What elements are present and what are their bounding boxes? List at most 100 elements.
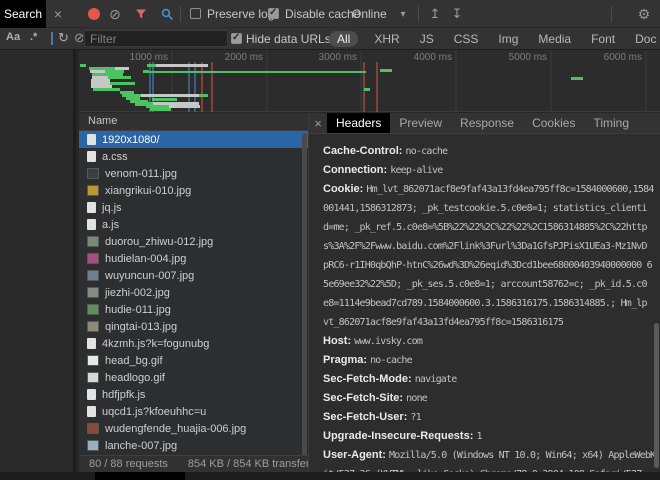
pill-all[interactable]: All [329, 31, 358, 47]
table-row[interactable]: wudengfende_huajia-006.jpg [79, 420, 308, 437]
header-line: it/537.36 (KHTML, like Gecko) Chrome/78.… [323, 463, 660, 472]
header-line: User-Agent: Mozilla/5.0 (Windows NT 10.0… [323, 444, 660, 463]
pill-xhr[interactable]: XHR [370, 31, 403, 47]
table-row[interactable]: hdfjpfk.js [79, 386, 308, 403]
image-thumbnail-icon [87, 304, 99, 315]
image-thumbnail-icon [87, 253, 99, 264]
close-icon[interactable]: × [309, 113, 327, 133]
regex-button[interactable]: .* [30, 31, 37, 43]
table-row[interactable]: venom-011.jpg [79, 165, 308, 182]
header-line: Connection: keep-alive [323, 159, 660, 178]
request-name: headlogo.gif [105, 372, 165, 384]
image-thumbnail-icon [87, 168, 99, 179]
table-row[interactable]: jiezhi-002.jpg [79, 284, 308, 301]
table-row[interactable]: duorou_zhiwu-012.jpg [79, 233, 308, 250]
pill-img[interactable]: Img [494, 31, 522, 47]
request-name: a.css [102, 151, 128, 163]
search-results-panel [0, 50, 76, 472]
header-line: e8=1114e9bead7cd789.1584000600.3.1586316… [323, 292, 660, 311]
pill-css[interactable]: CSS [450, 31, 483, 47]
headers-content[interactable]: ml;q=0.9,image/webp,image/apng,*/*;q=0.8… [309, 135, 660, 472]
table-row[interactable]: a.js [79, 216, 308, 233]
preserve-log-checkbox[interactable] [190, 8, 201, 19]
table-row[interactable]: 4kzmh.js?k=fogunubg [79, 335, 308, 352]
search-icon[interactable] [158, 0, 176, 28]
table-row[interactable]: a.css [79, 148, 308, 165]
name-column-header[interactable]: Name [79, 113, 308, 131]
header-line: Sec-Fetch-Mode: navigate [323, 368, 660, 387]
tab-cookies[interactable]: Cookies [523, 113, 584, 133]
filter-funnel-icon[interactable] [132, 0, 150, 28]
table-row[interactable]: head_bg.gif [79, 352, 308, 369]
request-details-panel: × HeadersPreviewResponseCookiesTiming ml… [308, 113, 660, 472]
header-value: pRC6-r1IH0qbQhP-htnC%26wd%3D%26eqid%3Dcd… [323, 260, 652, 271]
clear-search-icon[interactable]: ⊘ [74, 28, 83, 50]
network-overview[interactable]: 1000 ms2000 ms3000 ms4000 ms5000 ms6000 … [79, 50, 660, 112]
header-value: ?1 [410, 412, 420, 423]
tab-response[interactable]: Response [451, 113, 523, 133]
refresh-icon[interactable]: ↻ [58, 30, 69, 46]
hide-data-urls-checkbox[interactable] [231, 33, 242, 44]
filter-input[interactable] [84, 30, 228, 47]
hide-data-urls-label[interactable]: Hide data URLs [246, 32, 331, 46]
request-name: uqcd1.js?kfoeuhhc=u [102, 406, 206, 418]
clear-icon[interactable]: ⊘ [106, 0, 124, 28]
table-row[interactable]: jq.js [79, 199, 308, 216]
details-scrollbar[interactable] [654, 323, 659, 468]
pill-font[interactable]: Font [587, 31, 619, 47]
header-value: Mozilla/5.0 (Windows NT 10.0; Win64; x64… [389, 450, 655, 461]
list-scrollbar[interactable] [302, 133, 307, 463]
header-value: none [406, 393, 427, 404]
document-icon [87, 202, 96, 213]
match-case-button[interactable]: Aa [6, 31, 20, 43]
request-name: hudielan-004.jpg [105, 253, 186, 265]
table-row[interactable]: hudielan-004.jpg [79, 250, 308, 267]
table-row[interactable]: wuyuncun-007.jpg [79, 267, 308, 284]
preserve-log-label[interactable]: Preserve log [207, 7, 274, 21]
request-name: hdfjpfk.js [102, 389, 145, 401]
toolbar-divider [180, 6, 181, 22]
gear-icon[interactable]: ⚙ [634, 0, 654, 28]
table-row[interactable]: 1920x1080/ [79, 131, 308, 148]
pill-media[interactable]: Media [534, 31, 575, 47]
header-line: Pragma: no-cache [323, 349, 660, 368]
document-icon [87, 338, 96, 349]
header-name: Cache-Control: [323, 145, 406, 157]
table-row[interactable]: qingtai-013.jpg [79, 318, 308, 335]
document-icon [87, 406, 96, 417]
search-drawer-tab[interactable]: Search [0, 0, 46, 28]
close-icon[interactable]: × [48, 0, 68, 28]
requests-count: 80 / 88 requests [79, 458, 178, 470]
import-har-icon[interactable]: ↥ [426, 0, 444, 28]
request-name: xiangrikui-010.jpg [105, 185, 191, 197]
export-har-icon[interactable]: ↧ [448, 0, 466, 28]
image-thumbnail-icon [87, 321, 99, 332]
table-row[interactable]: xiangrikui-010.jpg [79, 182, 308, 199]
tab-headers[interactable]: Headers [327, 113, 390, 133]
tab-timing[interactable]: Timing [584, 113, 638, 133]
tab-preview[interactable]: Preview [390, 113, 451, 133]
header-line: vt_862071acf8e9faf43a13fd4ea795ff8c=1586… [323, 311, 660, 330]
disable-cache-label[interactable]: Disable cache [285, 7, 360, 21]
table-row[interactable]: hudie-011.jpg [79, 301, 308, 318]
header-value: s%3A%2F%2Fwww.baidu.com%2Flink%3Furl%3Da… [323, 241, 647, 252]
main-toolbar: Search × ⊘ Preserve log Disable cache On… [0, 0, 660, 28]
request-name: lanche-007.jpg [105, 440, 177, 452]
chevron-down-icon[interactable]: ▾ [396, 0, 410, 28]
table-row[interactable]: uqcd1.js?kfoeuhhc=u [79, 403, 308, 420]
resource-type-pills: AllXHRJSCSSImgMediaFontDocWSManifestOthe… [329, 30, 660, 48]
disable-cache-checkbox[interactable] [268, 8, 279, 19]
request-name: duorou_zhiwu-012.jpg [105, 236, 213, 248]
requests-table: Name 1920x1080/a.css venom-011.jpg xiangri… [79, 113, 308, 472]
pill-doc[interactable]: Doc [631, 31, 660, 47]
waterfall-graph [79, 50, 660, 112]
table-row[interactable]: lanche-007.jpg [79, 437, 308, 454]
header-name: Upgrade-Insecure-Requests: [323, 430, 476, 442]
pill-js[interactable]: JS [416, 31, 438, 47]
request-name: 1920x1080/ [102, 134, 160, 146]
header-line: 5e69ee32%22%5D; _pk_ses.5.c0e8=1; arccou… [323, 273, 660, 292]
record-icon[interactable] [88, 8, 100, 20]
table-row[interactable]: headlogo.gif [79, 369, 308, 386]
image-thumbnail-icon [87, 372, 99, 383]
throttling-select[interactable]: Online [352, 7, 387, 21]
